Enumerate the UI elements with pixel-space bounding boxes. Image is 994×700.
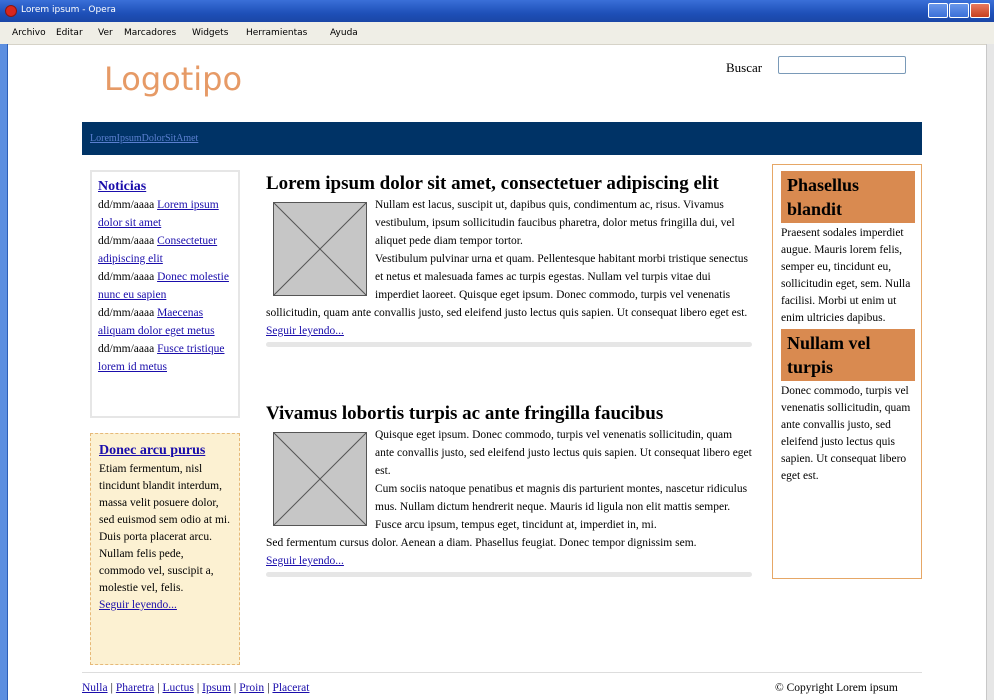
read-more-link[interactable]: Seguir leyendo... xyxy=(266,555,344,567)
footer-separator: | xyxy=(157,682,160,694)
news-date: dd/mm/aaaa xyxy=(98,307,155,319)
article-title: Vivamus lobortis turpis ac ante fringill… xyxy=(266,403,664,424)
footer-separator: | xyxy=(233,682,237,694)
copyright: © Copyright Lorem ipsum xyxy=(775,682,898,694)
news-item: dd/mm/aaaa Consectetuer adipiscing elit xyxy=(98,232,232,268)
footer-link[interactable]: Placerat xyxy=(272,682,309,694)
window-titlebar: Lorem ipsum - Opera xyxy=(0,0,994,22)
footer-divider xyxy=(82,672,922,673)
news-item: dd/mm/aaaa Maecenas aliquam dolor eget m… xyxy=(98,304,232,340)
news-title[interactable]: Noticias xyxy=(98,179,146,194)
vertical-scrollbar[interactable] xyxy=(986,44,994,700)
window-controls xyxy=(928,3,990,18)
article-title: Lorem ipsum dolor sit amet, consectetuer… xyxy=(266,173,719,194)
news-box: Noticias dd/mm/aaaa Lorem ipsum dolor si… xyxy=(90,170,240,418)
read-more-link[interactable]: Seguir leyendo... xyxy=(266,325,344,337)
menu-herramientas[interactable]: Herramientas xyxy=(246,28,307,38)
opera-icon xyxy=(5,5,17,17)
maximize-button[interactable] xyxy=(949,3,969,18)
footer-link[interactable]: Luctus xyxy=(163,682,194,694)
article: Vivamus lobortis turpis ac ante fringill… xyxy=(266,402,752,577)
footer-separator: | xyxy=(267,682,270,694)
read-more-link[interactable]: Seguir leyendo... xyxy=(99,599,177,611)
article-divider xyxy=(266,572,752,577)
news-date: dd/mm/aaaa xyxy=(98,235,155,247)
menu-editar[interactable]: Editar xyxy=(56,28,83,38)
image-placeholder-icon xyxy=(273,432,367,526)
article: Lorem ipsum dolor sit amet, consectetuer… xyxy=(266,172,752,347)
search-input[interactable] xyxy=(778,56,906,74)
menu-bar: Archivo Editar Ver Marcadores Widgets He… xyxy=(0,22,994,45)
news-item: dd/mm/aaaa Lorem ipsum dolor sit amet xyxy=(98,196,232,232)
footer-link[interactable]: Ipsum xyxy=(202,682,231,694)
article-divider xyxy=(266,342,752,347)
sidebar-heading: Phasellus blandit xyxy=(781,171,915,223)
footer-links: Nulla | Pharetra | Luctus | Ipsum | Proin | Placer… xyxy=(82,682,309,694)
news-date: dd/mm/aaaa xyxy=(98,199,155,211)
footer-separator: | xyxy=(196,682,200,694)
promo-title[interactable]: Donec arcu purus xyxy=(99,443,205,458)
menu-archivo[interactable]: Archivo xyxy=(12,28,46,38)
promo-text: Duis porta placerat arcu. Nullam felis p… xyxy=(99,531,214,594)
image-placeholder-icon xyxy=(273,202,367,296)
nav-links[interactable]: LoremIpsumDolorSitAmet xyxy=(90,133,198,144)
window-left-edge xyxy=(0,44,8,700)
footer-link[interactable]: Nulla xyxy=(82,682,108,694)
footer-separator: | xyxy=(110,682,113,694)
sidebar-heading: Nullam vel turpis xyxy=(781,329,915,381)
menu-marcadores[interactable]: Marcadores xyxy=(124,28,176,38)
nav-bar: LoremIpsumDolorSitAmet xyxy=(82,122,922,155)
close-button[interactable] xyxy=(970,3,990,18)
sidebar-text: Praesent sodales imperdiet augue. Mauris… xyxy=(781,227,911,324)
news-item: dd/mm/aaaa Fusce tristique lorem id metu… xyxy=(98,340,232,376)
right-sidebar: Phasellus blandit Praesent sodales imper… xyxy=(772,164,922,579)
search-label: Buscar xyxy=(726,60,763,75)
site-logo[interactable]: Logotipo xyxy=(104,60,242,98)
promo-box: Donec arcu purus Etiam fermentum, nisl t… xyxy=(90,433,240,665)
article-paragraph: Sed fermentum cursus dolor. Aenean a dia… xyxy=(266,537,697,549)
sidebar-text: Donec commodo, turpis vel venenatis soll… xyxy=(781,385,911,482)
news-date: dd/mm/aaaa xyxy=(98,271,155,283)
menu-ayuda[interactable]: Ayuda xyxy=(330,28,358,38)
footer-link[interactable]: Proin xyxy=(239,682,264,694)
footer-link[interactable]: Pharetra xyxy=(116,682,154,694)
menu-ver[interactable]: Ver xyxy=(98,28,113,38)
promo-text: Etiam fermentum, nisl tincidunt blandit … xyxy=(99,463,230,526)
news-item: dd/mm/aaaa Donec molestie nunc eu sapien xyxy=(98,268,232,304)
news-date: dd/mm/aaaa xyxy=(98,343,155,355)
menu-widgets[interactable]: Widgets xyxy=(192,28,228,38)
window-title: Lorem ipsum - Opera xyxy=(21,5,116,15)
minimize-button[interactable] xyxy=(928,3,948,18)
